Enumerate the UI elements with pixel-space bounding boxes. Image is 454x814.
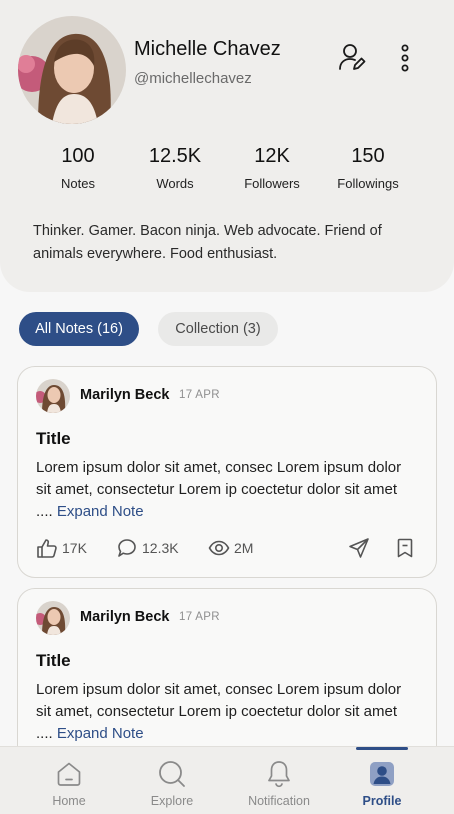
author-avatar[interactable]: [36, 601, 70, 635]
stat-value: 150: [351, 145, 385, 167]
nav-explore[interactable]: Explore: [117, 747, 227, 814]
home-icon: [54, 759, 84, 789]
view-count: 2M: [234, 540, 254, 556]
nav-notification[interactable]: Notification: [224, 747, 334, 814]
note-card[interactable]: Marilyn Beck 17 APR Title Lorem ipsum do…: [17, 366, 437, 578]
note-author[interactable]: Marilyn Beck: [80, 387, 169, 403]
nav-label: Profile: [362, 794, 402, 808]
nav-label: Home: [52, 794, 86, 808]
more-vertical-icon: [401, 44, 409, 72]
stat-value: 12.5K: [148, 145, 202, 167]
comment-icon: [118, 539, 136, 557]
like-button[interactable]: 17K: [36, 535, 87, 561]
share-button[interactable]: [346, 535, 372, 561]
note-body: Lorem ipsum dolor sit amet, consec Lorem…: [36, 679, 416, 745]
eye-icon: [208, 540, 230, 556]
stat-followers[interactable]: 12K Followers: [222, 144, 322, 191]
note-date: 17 APR: [179, 389, 220, 401]
profile-name: Michelle Chavez: [134, 38, 281, 60]
views-indicator: 2M: [208, 535, 253, 561]
profile-stats: 100 Notes 12.5K Words 12K Followers 150 …: [0, 144, 454, 194]
nav-label: Explore: [150, 794, 194, 808]
stat-value: 100: [61, 145, 95, 167]
stat-value: 12K: [254, 145, 290, 167]
comment-count: 12.3K: [142, 540, 179, 556]
thumbs-up-icon: [37, 539, 57, 558]
stat-followings[interactable]: 150 Followings: [318, 144, 418, 191]
expand-note-link[interactable]: Expand Note: [57, 725, 144, 742]
bell-icon: [264, 759, 294, 789]
nav-profile[interactable]: Profile: [327, 747, 437, 814]
stat-label: Words: [156, 176, 194, 191]
profile-icon: [367, 759, 397, 789]
bottom-navigation: Home Explore Notification Profile: [0, 746, 454, 814]
note-title: Title: [36, 429, 71, 448]
note-body: Lorem ipsum dolor sit amet, consec Lorem…: [36, 457, 416, 523]
nav-home[interactable]: Home: [14, 747, 124, 814]
note-actions: 17K 12.3K 2M: [36, 535, 420, 561]
note-author[interactable]: Marilyn Beck: [80, 609, 169, 625]
expand-note-link[interactable]: Expand Note: [57, 503, 144, 520]
profile-avatar[interactable]: [18, 16, 126, 124]
like-count: 17K: [62, 540, 87, 556]
more-options-button[interactable]: [392, 40, 418, 76]
stat-label: Notes: [61, 176, 95, 191]
send-icon: [349, 538, 369, 558]
search-icon: [157, 759, 187, 789]
author-avatar[interactable]: [36, 379, 70, 413]
user-edit-icon: [339, 44, 366, 70]
comment-button[interactable]: 12.3K: [116, 535, 179, 561]
stat-words[interactable]: 12.5K Words: [125, 144, 225, 191]
tab-all-notes[interactable]: All Notes (16): [19, 312, 139, 346]
bookmark-icon: [397, 538, 413, 558]
profile-screen: Michelle Chavez @michellechavez 100 Note…: [0, 0, 454, 814]
profile-header: Michelle Chavez @michellechavez 100 Note…: [0, 0, 454, 292]
note-title: Title: [36, 651, 71, 670]
profile-handle: @michellechavez: [134, 70, 252, 87]
stat-notes[interactable]: 100 Notes: [28, 144, 128, 191]
tab-collection[interactable]: Collection (3): [158, 312, 278, 346]
nav-label: Notification: [248, 794, 310, 808]
note-date: 17 APR: [179, 611, 220, 623]
edit-profile-button[interactable]: [336, 40, 368, 74]
bookmark-button[interactable]: [392, 535, 418, 561]
stat-label: Followings: [337, 176, 399, 191]
profile-bio: Thinker. Gamer. Bacon ninja. Web advocat…: [33, 223, 382, 262]
stat-label: Followers: [244, 176, 300, 191]
